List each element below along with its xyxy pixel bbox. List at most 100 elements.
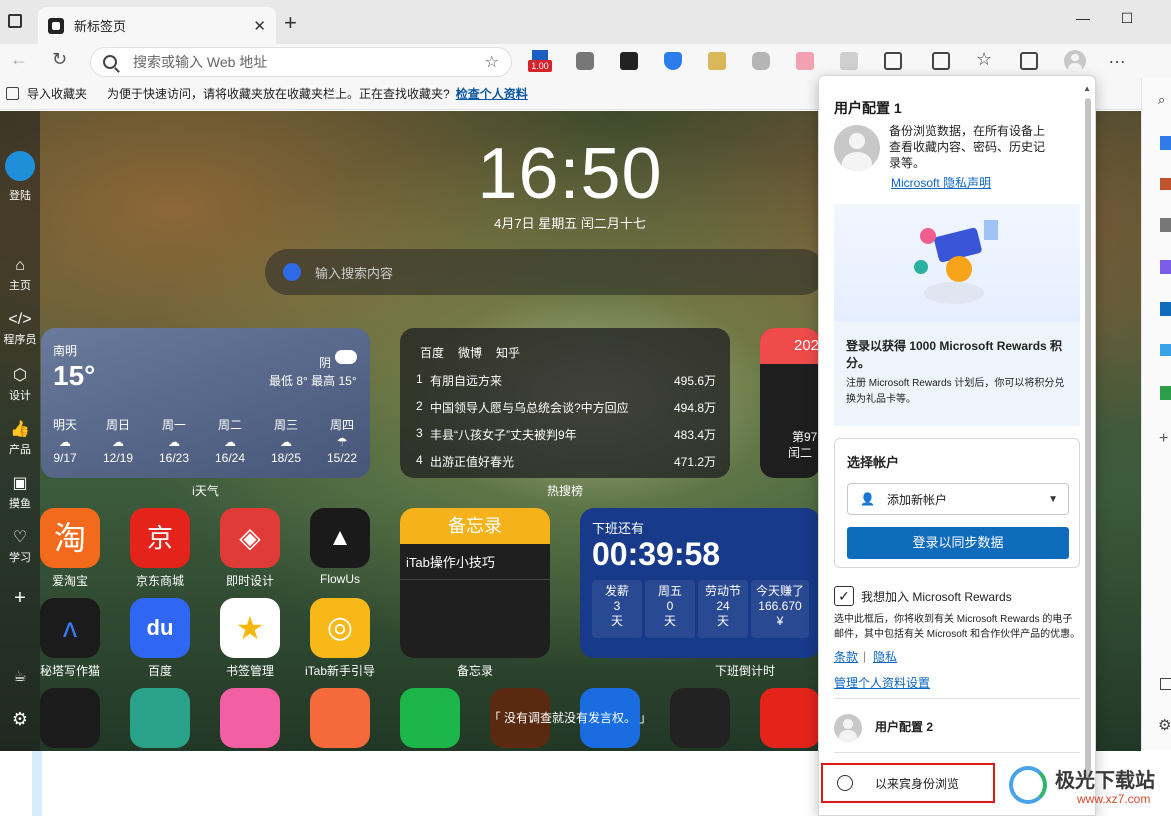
hot-tab-zhihu[interactable]: 知乎	[496, 344, 520, 361]
settings-icon[interactable]: ⚙	[0, 709, 40, 730]
address-placeholder: 搜索或输入 Web 地址	[133, 54, 268, 70]
privacy-link[interactable]: Microsoft 隐私声明	[891, 174, 991, 191]
tab-actions-icon[interactable]	[8, 14, 22, 28]
hot-row[interactable]: 3 丰县“八孩女子”丈夫被判9年 483.4万	[416, 426, 716, 443]
people-icon[interactable]	[1160, 218, 1171, 232]
sidebar-settings-icon[interactable]: ⚙	[1158, 716, 1171, 734]
app-taobao-icon[interactable]: 淘	[40, 508, 100, 568]
add-account-option: 添加新帐户	[886, 492, 947, 507]
app-bookmark-icon[interactable]: ★	[220, 598, 280, 658]
hot-row[interactable]: 2 中国领导人愿与乌总统会谈?中方回应 494.8万	[416, 399, 716, 416]
hot-value: 495.6万	[673, 374, 716, 388]
close-tab-icon[interactable]: ✕	[253, 17, 266, 35]
sidebar-item-home[interactable]: ⌂ 主页	[0, 257, 40, 293]
add-favorite-icon[interactable]: ☆	[485, 52, 499, 72]
extension-glasses-icon[interactable]	[576, 52, 594, 70]
outlook-icon[interactable]	[1160, 302, 1171, 316]
drop-icon[interactable]	[1160, 344, 1171, 356]
baidu-paw-icon[interactable]	[283, 263, 301, 281]
new-tab-button[interactable]: +	[284, 10, 297, 36]
weather-card[interactable]: 南明 15° 阴 最低 8° 最高 15° 明天 ☁ 9/17 周日 ☁ 12/19 周…	[41, 328, 370, 478]
sidebar-item-study[interactable]: ♡ 学习	[0, 527, 40, 565]
app-icon[interactable]	[310, 688, 370, 748]
clock-date: 4月7日 星期五 闰二月十七	[494, 216, 646, 231]
discover-icon[interactable]	[1160, 136, 1171, 150]
hot-tab-baidu[interactable]: 百度	[420, 344, 444, 361]
hot-tab-weibo[interactable]: 微博	[458, 344, 482, 361]
hot-search-card[interactable]: 百度 微博 知乎 1 有朋自远方来 495.6万 2 中国领导人愿与乌总统会谈?中方回…	[400, 328, 730, 478]
calendar-year: 202	[760, 328, 820, 364]
terms-link[interactable]: 条款	[834, 648, 858, 665]
extension-l-icon[interactable]	[620, 52, 638, 70]
extension-photo-icon[interactable]	[840, 52, 858, 70]
privacy2-link[interactable]: 隐私	[873, 648, 897, 665]
countdown-head: 下班还有	[592, 521, 645, 536]
add-group-icon[interactable]: +	[0, 587, 40, 610]
favorites-icon[interactable]: ☆	[976, 49, 992, 70]
import-favorites-link[interactable]: 导入收藏夹	[27, 85, 87, 102]
address-bar[interactable]: 搜索或输入 Web 地址 ☆	[90, 47, 512, 77]
sidebar-item-design[interactable]: ⬡ 设计	[0, 365, 40, 403]
hot-row[interactable]: 4 出游正值好春光 471.2万	[416, 453, 716, 470]
countdown-box-unit: 天	[663, 614, 676, 628]
chevron-down-icon: ▼	[1048, 493, 1058, 505]
hot-value: 483.4万	[673, 428, 716, 442]
extension-clip-icon[interactable]	[752, 52, 770, 70]
extension-shield-icon[interactable]	[664, 52, 682, 70]
app-jd-icon[interactable]: 京	[130, 508, 190, 568]
app-baidu-icon[interactable]: du	[130, 598, 190, 658]
hot-row[interactable]: 1 有朋自远方来 495.6万	[416, 372, 716, 389]
extension-speed-icon[interactable]: 1.00	[528, 50, 552, 72]
rewards-checkbox[interactable]: ✓	[834, 586, 854, 606]
tools-icon[interactable]	[1160, 178, 1171, 190]
divider	[834, 698, 1080, 699]
sidebar-item-dev[interactable]: </> 程序员	[0, 311, 40, 347]
maximize-button[interactable]: ☐	[1112, 10, 1142, 27]
extension-image-icon[interactable]	[708, 52, 726, 70]
scroll-up-icon[interactable]: ▲	[1083, 84, 1091, 93]
hot-value: 471.2万	[673, 455, 716, 469]
add-icon[interactable]: +	[1159, 430, 1168, 448]
manage-profile-link[interactable]: 管理个人资料设置	[834, 674, 930, 691]
minimize-button[interactable]: —	[1068, 10, 1098, 26]
sidebar-login[interactable]: 登陆	[0, 151, 40, 203]
sidebar-item-fish[interactable]: ▣ 摸鱼	[0, 473, 40, 511]
tab-favicon-icon	[48, 17, 64, 34]
profile2-item[interactable]: 用户配置 2	[875, 719, 933, 735]
app-jishi-icon[interactable]: ◈	[220, 508, 280, 568]
app-icon[interactable]	[760, 688, 820, 748]
countdown-box-unit: 天	[610, 614, 623, 628]
search-icon[interactable]: ⌕	[1158, 92, 1165, 108]
calendar-card[interactable]: 202 第97 闰二	[760, 328, 820, 478]
app-flowus-icon[interactable]: ▲	[310, 508, 370, 568]
sign-in-sync-button[interactable]: 登录以同步数据	[847, 527, 1069, 559]
panel-scrollbar[interactable]	[1085, 98, 1091, 778]
countdown-card[interactable]: 下班还有 00:39:58 发薪 3 天 周五 0 天 劳动节 24 天 今天赚了 166.6…	[580, 508, 820, 658]
app-guide-icon[interactable]: ◎	[310, 598, 370, 658]
app-icon[interactable]	[130, 688, 190, 748]
forecast-day: 周二 ☁ 16/24	[210, 416, 250, 465]
extension-gift-icon[interactable]	[796, 52, 814, 70]
app-icon[interactable]	[220, 688, 280, 748]
games-icon[interactable]	[1160, 260, 1171, 274]
extensions-puzzle-icon[interactable]	[884, 52, 902, 70]
split-screen-icon[interactable]	[932, 52, 950, 70]
rewards-join-label: 我想加入 Microsoft Rewards	[861, 590, 1012, 604]
collections-icon[interactable]	[1020, 52, 1038, 70]
more-icon[interactable]: …	[1108, 47, 1126, 68]
memo-card[interactable]: 备忘录 iTab操作小技巧	[400, 508, 550, 658]
sidebar-item-product[interactable]: 👍 产品	[0, 419, 40, 457]
app-icon[interactable]	[40, 688, 100, 748]
itab-search-box[interactable]: 输入搜索内容	[265, 249, 825, 295]
account-select[interactable]: 👤 添加新帐户 ▼	[847, 483, 1069, 515]
sidebar-layout-icon[interactable]	[1160, 678, 1171, 690]
back-icon[interactable]: ←	[10, 49, 28, 70]
profile-avatar-button[interactable]	[1064, 50, 1086, 72]
tab-new-tab[interactable]: 新标签页 ✕	[38, 7, 276, 44]
memo-item[interactable]: iTab操作小技巧	[400, 544, 550, 580]
app-mita-icon[interactable]: ʌ	[40, 598, 100, 658]
browse-as-guest-button[interactable]: 以来宾身份浏览	[821, 763, 995, 803]
tree-icon[interactable]	[1160, 386, 1171, 400]
check-profile-link[interactable]: 检查个人资料	[456, 85, 528, 102]
refresh-icon[interactable]: ↻	[52, 49, 67, 70]
